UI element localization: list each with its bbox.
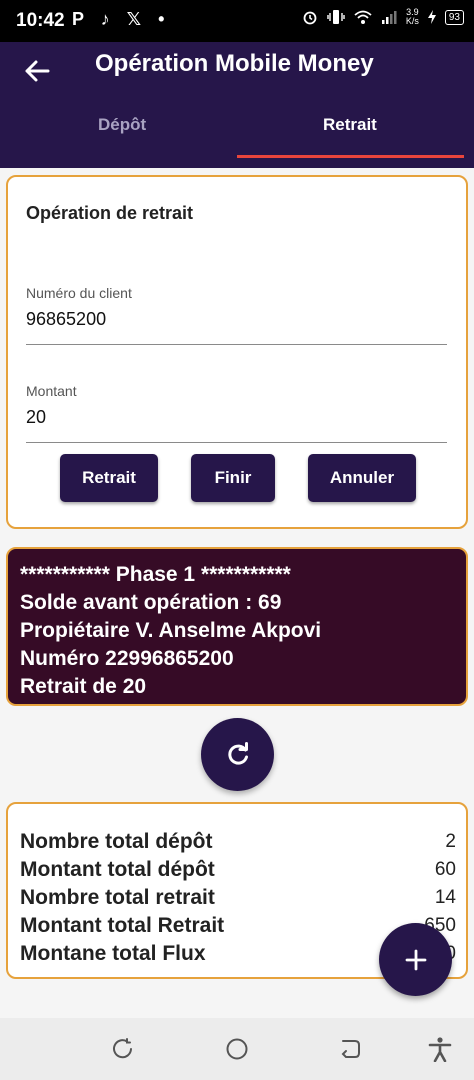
app-bar: Opération Mobile Money Dépôt Retrait: [0, 42, 474, 168]
arrow-left-icon[interactable]: [22, 56, 52, 86]
log-line-phase: *********** Phase 1 ***********: [20, 563, 291, 586]
signal-icon: [381, 11, 397, 24]
page-title: Opération Mobile Money: [95, 50, 374, 77]
wifi-icon: [354, 10, 372, 24]
tab-retrait[interactable]: Retrait: [323, 115, 377, 135]
total-label: Montant total dépôt: [20, 858, 215, 881]
client-number-label: Numéro du client: [26, 285, 132, 301]
recents-icon[interactable]: [110, 1036, 136, 1062]
back-nav-icon[interactable]: [338, 1036, 364, 1062]
battery-level: 93: [444, 9, 464, 25]
status-bar: 10:42 P ♪ 𝕏 • 3.9 K/s 93: [0, 0, 474, 42]
charging-icon: [427, 10, 436, 24]
network-speed: 3.9 K/s: [406, 8, 419, 26]
total-value: 2: [445, 831, 456, 852]
client-number-field[interactable]: Numéro du client 96865200: [26, 285, 447, 345]
log-line-number: Numéro 22996865200: [20, 647, 234, 670]
status-right-icons: 3.9 K/s 93: [302, 8, 464, 26]
accessibility-icon[interactable]: [427, 1036, 453, 1062]
total-value: 14: [434, 887, 456, 908]
total-label: Montane total Flux: [20, 942, 206, 965]
log-line-owner: Propiétaire V. Anselme Akpovi: [20, 619, 322, 642]
plus-icon: [405, 949, 426, 970]
withdrawal-form-card: Opération de retrait Numéro du client 96…: [6, 175, 468, 529]
operation-log-card: *********** Phase 1 *********** Solde av…: [6, 547, 468, 706]
log-line-balance: Solde avant opération : 69: [20, 591, 282, 614]
home-icon[interactable]: [224, 1036, 250, 1062]
amount-input[interactable]: 20: [26, 407, 447, 442]
annuler-button[interactable]: Annuler: [308, 454, 416, 502]
system-nav-bar: [0, 1018, 474, 1080]
amount-field[interactable]: Montant 20: [26, 383, 447, 443]
amount-label: Montant: [26, 383, 77, 399]
alarm-icon: [303, 11, 317, 25]
total-label: Nombre total retrait: [20, 886, 215, 909]
form-title: Opération de retrait: [26, 203, 194, 223]
tab-indicator: [237, 155, 464, 158]
vibrate-icon: [327, 10, 345, 24]
total-row: Nombre total retrait 14: [20, 884, 456, 912]
client-number-input[interactable]: 96865200: [26, 309, 447, 344]
log-line-withdrawal: Retrait de 20: [20, 675, 147, 698]
total-row: Nombre total dépôt 2: [20, 828, 456, 856]
status-time: 10:42: [16, 10, 65, 31]
add-button[interactable]: [379, 923, 452, 996]
notification-icons: P ♪ 𝕏 •: [72, 9, 171, 29]
total-label: Montant total Retrait: [20, 914, 225, 937]
tab-depot[interactable]: Dépôt: [98, 115, 146, 135]
refresh-button[interactable]: [201, 718, 274, 791]
retrait-button[interactable]: Retrait: [60, 454, 158, 502]
total-value: 60: [434, 859, 456, 880]
refresh-icon: [227, 741, 248, 765]
total-label: Nombre total dépôt: [20, 830, 213, 853]
finir-button[interactable]: Finir: [191, 454, 275, 502]
speed-unit: K/s: [405, 16, 419, 26]
total-row: Montant total dépôt 60: [20, 856, 456, 884]
